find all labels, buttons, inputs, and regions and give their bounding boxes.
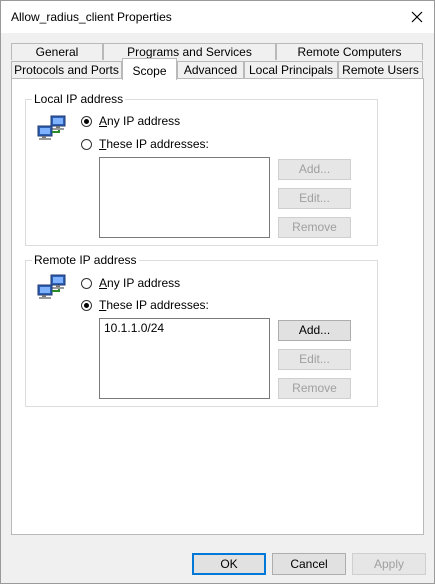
local-ip-group-title: Local IP address	[32, 92, 126, 106]
local-any-ip-option[interactable]: Any IP address	[81, 114, 180, 128]
ok-button[interactable]: OK	[192, 553, 266, 575]
tab-advanced[interactable]: Advanced	[177, 61, 244, 78]
remote-any-ip-label: Any IP address	[99, 276, 181, 290]
tab-scope[interactable]: Scope	[122, 58, 177, 80]
close-icon	[411, 11, 423, 23]
network-computers-icon	[37, 115, 66, 140]
local-ip-group: Local IP address Any IP address These IP…	[25, 92, 378, 246]
apply-button[interactable]: Apply	[352, 553, 426, 575]
scope-tab-panel: Local IP address Any IP address These IP…	[11, 78, 424, 535]
local-these-ip-radio[interactable]	[81, 138, 92, 150]
tab-general[interactable]: General	[11, 43, 103, 60]
remote-these-ip-option[interactable]: These IP addresses:	[81, 298, 209, 312]
remote-any-ip-option[interactable]: Any IP address	[81, 276, 180, 290]
title-bar: Allow_radius_client Properties	[1, 1, 434, 33]
remote-ip-group: Remote IP address Any IP address These I…	[25, 253, 378, 407]
local-these-ip-option[interactable]: These IP addresses:	[81, 137, 209, 151]
list-item[interactable]: 10.1.1.0/24	[104, 321, 265, 335]
remote-these-ip-label: These IP addresses:	[99, 298, 209, 312]
local-these-ip-label: These IP addresses:	[99, 137, 209, 151]
local-any-ip-radio[interactable]	[81, 115, 92, 127]
properties-dialog: Allow_radius_client Properties General P…	[0, 0, 435, 584]
remote-these-ip-radio[interactable]	[81, 299, 92, 311]
remote-remove-button[interactable]: Remove	[278, 378, 351, 399]
tab-local-principals[interactable]: Local Principals	[244, 61, 338, 78]
window-title: Allow_radius_client Properties	[11, 10, 172, 24]
local-ip-list[interactable]	[99, 157, 270, 238]
remote-edit-button[interactable]: Edit...	[278, 349, 351, 370]
remote-any-ip-radio[interactable]	[81, 277, 92, 289]
remote-ip-group-title: Remote IP address	[32, 253, 139, 267]
local-any-ip-label: Any IP address	[99, 114, 181, 128]
cancel-button[interactable]: Cancel	[272, 553, 346, 575]
local-add-button[interactable]: Add...	[278, 159, 351, 180]
network-computers-icon	[37, 274, 66, 299]
close-button[interactable]	[400, 1, 434, 33]
tab-remote-computers[interactable]: Remote Computers	[276, 43, 423, 60]
local-edit-button[interactable]: Edit...	[278, 188, 351, 209]
remote-add-button[interactable]: Add...	[278, 320, 351, 341]
local-remove-button[interactable]: Remove	[278, 217, 351, 238]
remote-ip-list[interactable]: 10.1.1.0/24	[99, 318, 270, 399]
tab-protocols-and-ports[interactable]: Protocols and Ports	[11, 61, 122, 78]
tab-remote-users[interactable]: Remote Users	[338, 61, 423, 78]
